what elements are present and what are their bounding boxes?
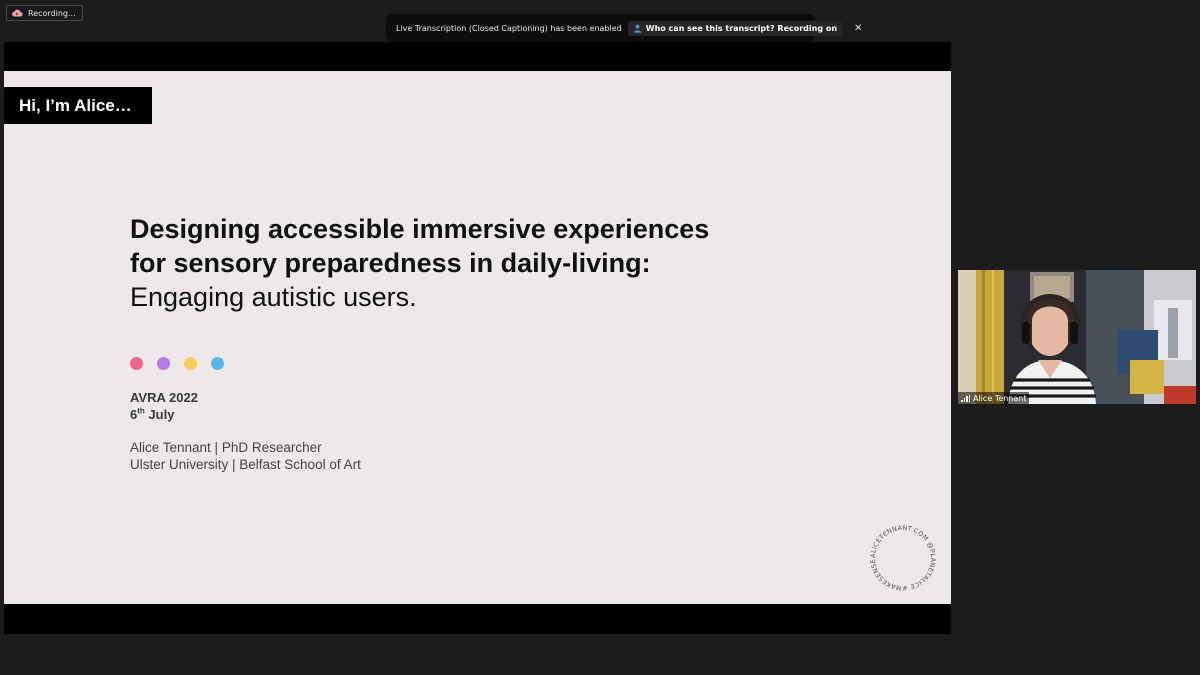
- presentation-slide: Hi, I’m Alice… Designing accessible imme…: [4, 71, 951, 604]
- participant-video[interactable]: Alice Tennant: [958, 270, 1196, 404]
- signal-bars-icon: [961, 394, 970, 402]
- transcript-visibility-label: Who can see this transcript? Recording o…: [645, 23, 838, 33]
- recording-label: Recording...: [28, 8, 76, 18]
- dot-pink: [130, 357, 143, 370]
- circular-text-logo: ALICETENNANT.COM @PLANETALICE #MAKESENSE: [869, 524, 937, 592]
- intro-label: Hi, I’m Alice…: [4, 87, 152, 124]
- close-icon[interactable]: ✕: [854, 23, 862, 34]
- event-date: 6th July: [130, 406, 175, 422]
- transcription-message: Live Transcription (Closed Captioning) h…: [396, 23, 622, 33]
- transcription-banner: Live Transcription (Closed Captioning) h…: [386, 14, 862, 42]
- svg-text:ALICETENNANT.COM @PLANETALICE: ALICETENNANT.COM @PLANETALICE #MAKESENSE: [869, 524, 937, 592]
- dot-purple: [157, 357, 170, 370]
- color-dots: [130, 357, 224, 370]
- ring-text: ALICETENNANT.COM @PLANETALICE #MAKESENSE: [869, 524, 937, 592]
- slide-title: Designing accessible immersive experienc…: [130, 212, 810, 314]
- author-info: Alice Tennant | PhD Researcher Ulster Un…: [130, 439, 361, 473]
- title-line-2: for sensory preparedness in daily-living…: [130, 248, 651, 278]
- recording-indicator[interactable]: Recording...: [6, 5, 83, 21]
- participant-name-bar: Alice Tennant: [958, 392, 1030, 404]
- person-icon: [633, 24, 642, 33]
- author-line-1: Alice Tennant | PhD Researcher: [130, 440, 322, 455]
- dot-yellow: [184, 357, 197, 370]
- participant-video-frame: [958, 270, 1196, 404]
- transcript-visibility-button[interactable]: Who can see this transcript? Recording o…: [627, 20, 843, 36]
- cloud-record-icon: [11, 9, 23, 17]
- author-line-2: Ulster University | Belfast School of Ar…: [130, 457, 361, 472]
- participant-name: Alice Tennant: [973, 393, 1027, 403]
- subtitle: Engaging autistic users.: [130, 282, 417, 312]
- event-info: AVRA 2022 6th July: [130, 389, 198, 423]
- event-name: AVRA 2022: [130, 390, 198, 405]
- title-line-1: Designing accessible immersive experienc…: [130, 214, 710, 244]
- dot-blue: [211, 357, 224, 370]
